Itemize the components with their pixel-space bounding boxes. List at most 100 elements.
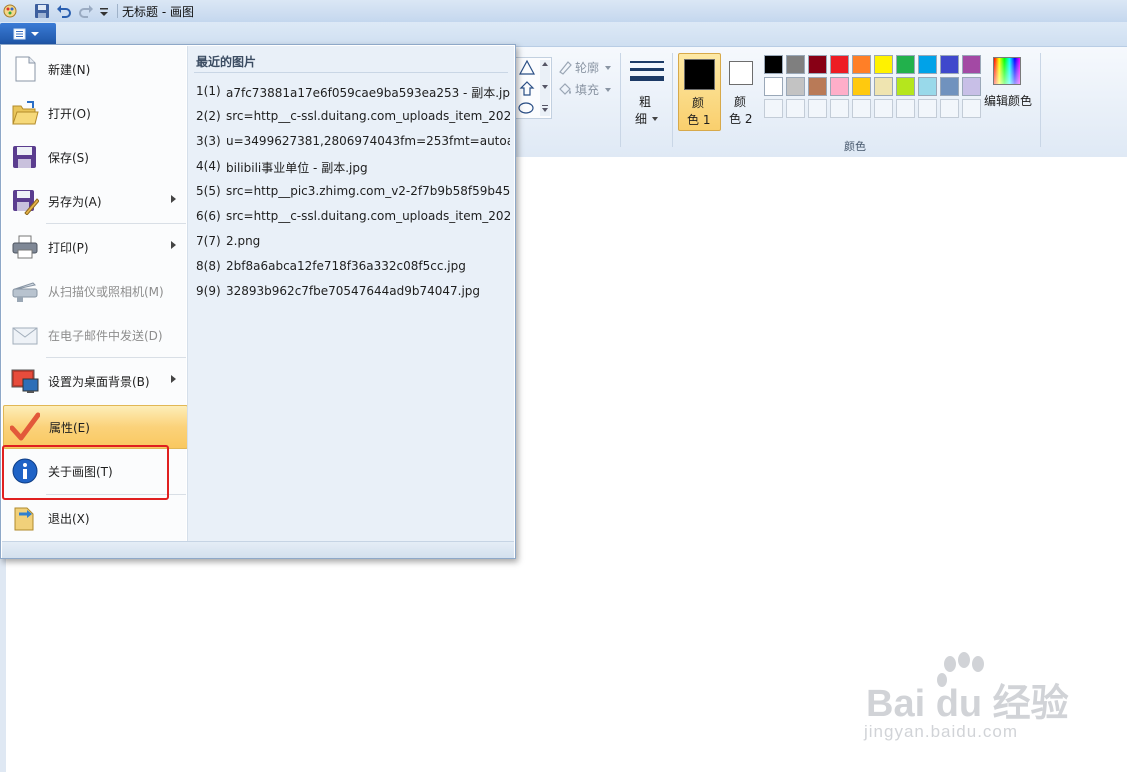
recent-separator: [194, 72, 508, 73]
recent-item-name: 2bf8a6abca12fe718f36a332c08f5cc.jpg: [226, 259, 466, 273]
color-spectrum-icon: [993, 57, 1021, 85]
recent-item[interactable]: 3(3) u=3499627381,2806974043fm=253fmt=aut…: [190, 129, 512, 153]
recent-item-number: 4(4): [196, 159, 221, 173]
menu-item-label: 打开(O): [48, 107, 91, 121]
palette-custom-slot[interactable]: [830, 99, 849, 118]
menu-item-properties[interactable]: 属性(E): [3, 405, 188, 449]
menu-item-send-email[interactable]: 在电子邮件中发送(D): [3, 314, 186, 356]
palette-color-swatch[interactable]: [896, 55, 915, 74]
palette-color-swatch[interactable]: [808, 77, 827, 96]
recent-item-name: src=http__c-ssl.duitang.com_uploads_item…: [226, 209, 510, 223]
palette-color-swatch[interactable]: [852, 55, 871, 74]
submenu-arrow-icon: [171, 375, 176, 383]
baidu-jingyan-watermark: Bai du 经验 jingyan.baidu.com: [862, 650, 1072, 750]
size-button[interactable]: 粗 细: [626, 55, 668, 127]
ribbon-separator: [672, 53, 673, 147]
outline-dropdown-icon: [605, 66, 611, 70]
recent-pictures-title: 最近的图片: [196, 55, 257, 69]
menu-item-label: 新建(N): [48, 63, 91, 77]
submenu-arrow-icon: [171, 241, 176, 249]
color2-button[interactable]: 颜 色 2: [723, 53, 761, 129]
palette-custom-slot[interactable]: [918, 99, 937, 118]
recent-item[interactable]: 9(9) 32893b962c7fbe70547644ad9b74047.jpg: [190, 279, 512, 303]
shapes-icon: [518, 59, 550, 116]
menu-item-print[interactable]: 打印(P): [3, 226, 186, 268]
shapes-gallery[interactable]: [514, 57, 552, 119]
palette-color-swatch[interactable]: [962, 55, 981, 74]
recent-item[interactable]: 5(5) src=http__pic3.zhimg.com_v2-2f7b9b58…: [190, 179, 512, 203]
color1-button[interactable]: 颜 色 1: [678, 53, 721, 131]
undo-icon[interactable]: [56, 3, 72, 19]
palette-color-swatch[interactable]: [830, 77, 849, 96]
ribbon-tab-row: [0, 22, 1127, 46]
palette-custom-slot[interactable]: [874, 99, 893, 118]
paint-app-icon[interactable]: [2, 3, 18, 19]
ribbon-separator: [620, 53, 621, 147]
palette-color-swatch[interactable]: [874, 77, 893, 96]
line-size-icon: [630, 61, 664, 90]
palette-color-swatch[interactable]: [896, 77, 915, 96]
file-menu: 新建(N) 打开(O) 保存(S) 另存为(A) 打印(P) 从扫描仪或照相机(…: [0, 44, 516, 559]
palette-custom-slot[interactable]: [764, 99, 783, 118]
title-separator: [117, 4, 118, 18]
customize-toolbar-icon[interactable]: [98, 3, 114, 19]
menu-item-open[interactable]: 打开(O): [3, 92, 186, 134]
palette-custom-slot[interactable]: [808, 99, 827, 118]
save-quick-icon[interactable]: [34, 3, 50, 19]
palette-custom-slot[interactable]: [962, 99, 981, 118]
palette-color-swatch[interactable]: [764, 55, 783, 74]
palette-custom-slot[interactable]: [786, 99, 805, 118]
palette-color-swatch[interactable]: [940, 77, 959, 96]
palette-color-swatch[interactable]: [874, 55, 893, 74]
open-folder-icon: [11, 99, 39, 127]
palette-color-swatch[interactable]: [918, 77, 937, 96]
palette-color-swatch[interactable]: [918, 55, 937, 74]
palette-color-swatch[interactable]: [786, 55, 805, 74]
menu-item-exit[interactable]: 退出(X): [3, 497, 186, 539]
recent-item[interactable]: 4(4) bilibili事业单位 - 副本.jpg: [190, 154, 512, 178]
palette-color-swatch[interactable]: [764, 77, 783, 96]
fill-dropdown-icon: [605, 88, 611, 92]
desktop-background-icon: [11, 367, 39, 395]
color1-label-1: 颜: [692, 96, 705, 110]
menu-item-set-desktop-background[interactable]: 设置为桌面背景(B): [3, 360, 186, 402]
palette-custom-slot[interactable]: [852, 99, 871, 118]
title-bar: 无标题 - 画图: [0, 0, 1127, 23]
palette-color-swatch[interactable]: [962, 77, 981, 96]
recent-item-number: 6(6): [196, 209, 221, 223]
fill-bucket-icon: [557, 81, 573, 100]
palette-color-swatch[interactable]: [852, 77, 871, 96]
fill-button[interactable]: 填充: [557, 79, 617, 99]
recent-item-name: bilibili事业单位 - 副本.jpg: [226, 161, 368, 175]
recent-item-name: 32893b962c7fbe70547644ad9b74047.jpg: [226, 284, 481, 298]
edit-colors-button[interactable]: 编辑颜色: [984, 55, 1036, 115]
recent-item[interactable]: 2(2) src=http__c-ssl.duitang.com_uploads_…: [190, 104, 512, 128]
menu-item-save-as[interactable]: 另存为(A): [3, 180, 186, 222]
recent-item[interactable]: 6(6) src=http__c-ssl.duitang.com_uploads_…: [190, 204, 512, 228]
recent-item[interactable]: 8(8) 2bf8a6abca12fe718f36a332c08f5cc.jpg: [190, 254, 512, 278]
recent-item[interactable]: 1(1) a7fc73881a17e6f059cae9ba593ea253 - 副…: [190, 79, 512, 103]
palette-custom-slot[interactable]: [896, 99, 915, 118]
menu-item-new[interactable]: 新建(N): [3, 48, 186, 90]
palette-custom-slot[interactable]: [940, 99, 959, 118]
menu-item-label: 另存为(A): [48, 195, 102, 209]
file-menu-button[interactable]: [0, 23, 56, 44]
redo-icon[interactable]: [78, 3, 94, 19]
menu-item-label: 退出(X): [48, 512, 90, 526]
palette-color-swatch[interactable]: [786, 77, 805, 96]
color2-swatch: [729, 61, 753, 85]
palette-color-swatch[interactable]: [808, 55, 827, 74]
recent-item[interactable]: 7(7) 2.png: [190, 229, 512, 253]
palette-color-swatch[interactable]: [830, 55, 849, 74]
menu-icon: [12, 27, 42, 44]
outline-button[interactable]: 轮廓: [557, 57, 617, 77]
menu-item-save[interactable]: 保存(S): [3, 136, 186, 178]
menu-item-label: 在电子邮件中发送(D): [48, 329, 163, 343]
palette-color-swatch[interactable]: [940, 55, 959, 74]
menu-item-label: 从扫描仪或照相机(M): [48, 285, 164, 299]
save-disk-icon: [11, 143, 39, 171]
recent-pictures-panel: 最近的图片 1(1) a7fc73881a17e6f059cae9ba593ea2…: [187, 46, 514, 541]
menu-item-from-scanner[interactable]: 从扫描仪或照相机(M): [3, 270, 186, 312]
menu-item-label: 属性(E): [49, 421, 90, 435]
submenu-arrow-icon: [171, 195, 176, 203]
